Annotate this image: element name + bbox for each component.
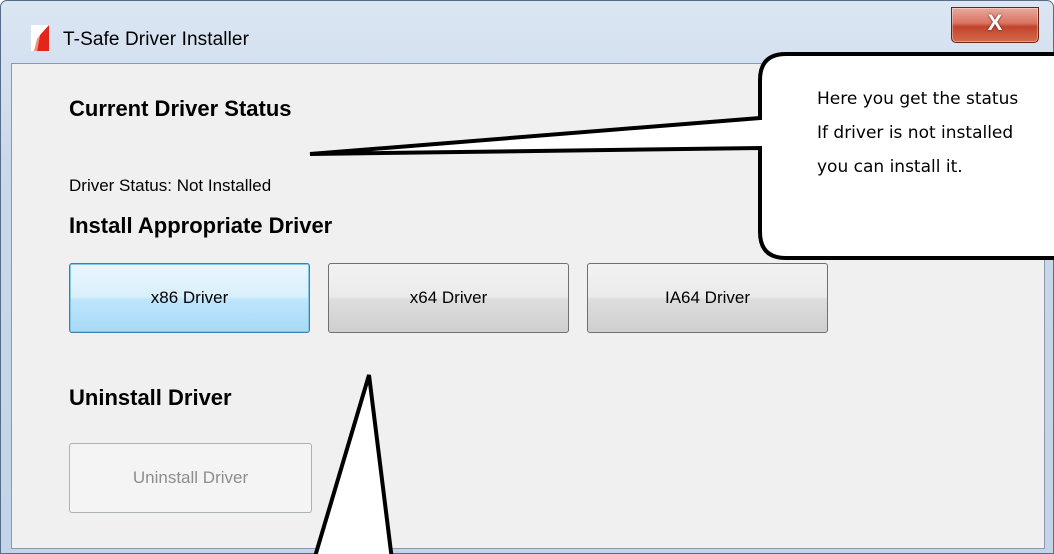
bottom-callout-pointer (313, 374, 394, 554)
callout-line: If driver is not installed (817, 123, 1014, 143)
callout-text: Here you get the status If driver is not… (817, 82, 1054, 184)
callout-line: you can install it. (817, 157, 963, 177)
callout-line: Here you get the status (817, 89, 1019, 109)
